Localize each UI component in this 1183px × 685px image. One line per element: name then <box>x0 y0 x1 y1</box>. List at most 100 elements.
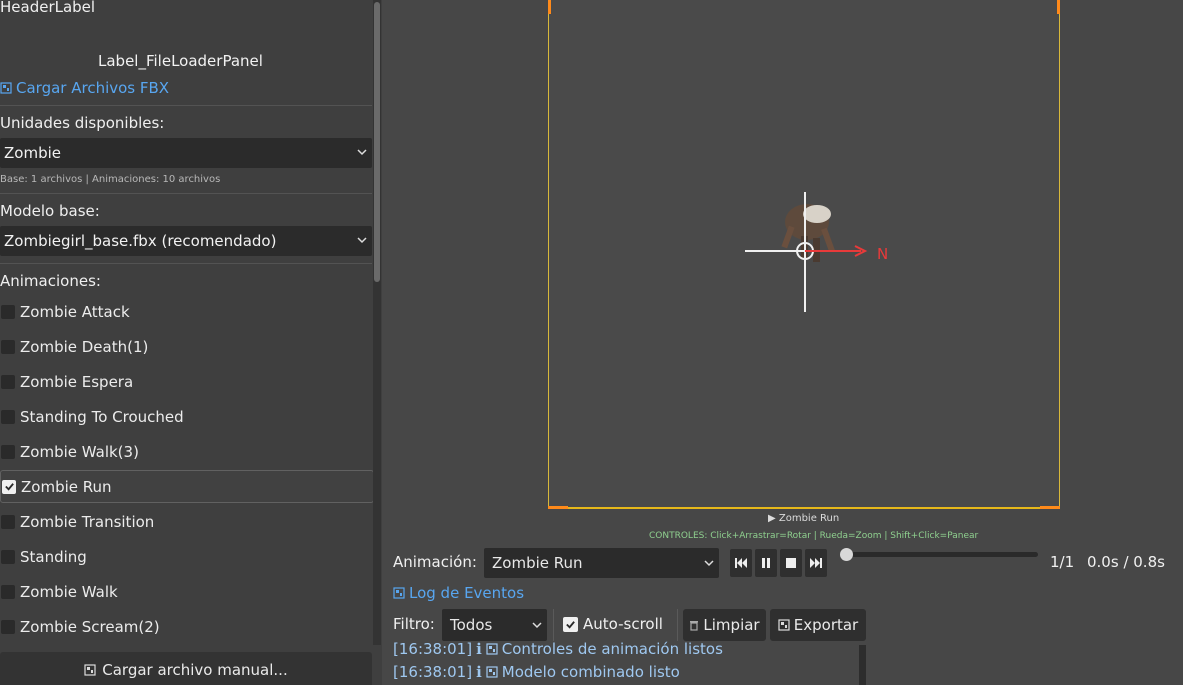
checkbox-checked[interactable] <box>2 479 16 494</box>
log-icon <box>393 587 405 599</box>
info-icon: ℹ <box>476 640 482 658</box>
current-animation-caption: ▶ Zombie Run <box>768 513 840 524</box>
pause-button[interactable] <box>755 549 777 577</box>
stop-icon <box>786 558 796 568</box>
trash-icon <box>690 621 699 631</box>
log-scrollbar[interactable] <box>859 645 866 685</box>
scrollbar-thumb[interactable] <box>374 2 380 282</box>
file-icon <box>84 664 96 676</box>
file-loader-panel: HeaderLabel Label_FileLoaderPanel Cargar… <box>0 0 382 685</box>
base-model-dropdown[interactable]: Zombiegirl_base.fbx (recomendado) <box>0 226 372 256</box>
checkbox[interactable] <box>1 409 15 424</box>
clear-button-label: Limpiar <box>703 616 760 634</box>
chevron-down-icon <box>532 622 542 629</box>
filter-dropdown[interactable]: Todos <box>442 609 547 641</box>
clear-button[interactable]: Limpiar <box>683 609 766 641</box>
animation-item-label: Zombie Scream(2) <box>20 617 160 636</box>
header-label: HeaderLabel <box>0 0 96 16</box>
animation-item-label: Zombie Walk(3) <box>20 442 139 461</box>
animation-item-label: Zombie Attack <box>20 302 130 321</box>
checkbox[interactable] <box>1 584 15 599</box>
chevron-down-icon <box>357 237 367 244</box>
animation-item-label: Standing <box>20 547 87 566</box>
control-icon <box>486 643 498 655</box>
autoscroll-checkbox[interactable] <box>563 617 578 632</box>
timeline-slider-track[interactable] <box>846 552 1038 557</box>
animation-item[interactable]: Zombie Death(1) <box>0 330 374 363</box>
animation-item[interactable]: Zombie Walk(3) <box>0 435 374 468</box>
checkbox[interactable] <box>1 514 15 529</box>
load-fbx-link[interactable]: Cargar Archivos FBX <box>0 79 169 97</box>
divider <box>677 609 678 641</box>
animation-item[interactable]: Zombie Transition <box>0 505 374 538</box>
controls-hint: CONTROLES: Click+Arrastrar=Rotar | Rueda… <box>649 531 979 541</box>
checkbox[interactable] <box>1 549 15 564</box>
log-entry-time: [16:38:01] <box>393 640 473 658</box>
north-label: N <box>877 245 888 263</box>
pause-icon <box>762 558 770 568</box>
animation-selected: Zombie Run <box>492 554 583 572</box>
info-icon: ℹ <box>476 663 482 681</box>
skip-forward-button[interactable] <box>805 549 827 577</box>
checkbox[interactable] <box>1 374 15 389</box>
animation-item[interactable]: Zombie Scream(2) <box>0 610 374 643</box>
load-fbx-link-label: Cargar Archivos FBX <box>16 79 170 97</box>
animation-item[interactable]: Standing To Crouched <box>0 400 374 433</box>
divider <box>0 105 372 106</box>
chevron-down-icon <box>704 560 714 567</box>
animation-item-label: Zombie Espera <box>20 372 134 391</box>
manual-load-button-label: Cargar archivo manual... <box>102 661 288 679</box>
file-loader-panel-label: Label_FileLoaderPanel <box>98 52 263 70</box>
animation-item[interactable]: Standing <box>0 540 374 573</box>
skip-forward-icon <box>810 558 822 568</box>
model-icon <box>486 666 498 678</box>
log-entry: [16:38:01] ℹ Modelo combinado listo <box>393 663 680 681</box>
skip-back-button[interactable] <box>730 549 752 577</box>
animation-item[interactable]: Zombie Espera <box>0 365 374 398</box>
divider <box>553 609 554 641</box>
scene: N <box>745 192 888 312</box>
base-model-label: Modelo base: <box>0 202 100 220</box>
stop-button[interactable] <box>780 549 802 577</box>
autoscroll-label: Auto-scroll <box>583 615 663 633</box>
export-button[interactable]: Exportar <box>770 609 866 641</box>
event-log-title-label: Log de Eventos <box>409 584 525 602</box>
animation-item[interactable]: Zombie Attack <box>0 295 374 328</box>
checkbox[interactable] <box>1 444 15 459</box>
export-icon <box>778 619 790 631</box>
divider <box>0 193 372 194</box>
timeline-slider-knob[interactable] <box>840 548 853 561</box>
export-button-label: Exportar <box>793 616 859 634</box>
units-selected: Zombie <box>4 144 61 162</box>
chevron-down-icon <box>357 149 367 156</box>
manual-load-button[interactable]: Cargar archivo manual... <box>0 652 372 685</box>
skip-back-icon <box>735 558 747 568</box>
animation-item-label: Zombie Transition <box>20 512 155 531</box>
checkmark-icon <box>4 483 14 491</box>
checkmark-icon <box>566 621 575 629</box>
animation-item-label: Zombie Run <box>21 477 112 496</box>
animations-label: Animaciones: <box>0 272 101 290</box>
animation-item-label: Zombie Death(1) <box>20 337 149 356</box>
animation-counter: 1/1 <box>1050 553 1075 571</box>
units-dropdown[interactable]: Zombie <box>0 138 372 168</box>
divider <box>0 263 372 264</box>
animation-label: Animación: <box>393 553 477 571</box>
3d-viewport[interactable]: N <box>548 0 1060 509</box>
checkbox[interactable] <box>1 339 15 354</box>
animation-item-label: Zombie Walk <box>20 582 118 601</box>
animation-item-label: Standing To Crouched <box>20 407 184 426</box>
checkbox[interactable] <box>1 304 15 319</box>
animation-item-selected[interactable]: Zombie Run <box>0 470 374 503</box>
animation-time: 0.0s / 0.8s <box>1087 553 1165 571</box>
file-icon <box>0 82 12 94</box>
units-hint: Base: 1 archivos | Animaciones: 10 archi… <box>0 174 221 185</box>
filter-label: Filtro: <box>393 615 435 633</box>
animation-item[interactable]: Zombie Walk <box>0 575 374 608</box>
animation-dropdown[interactable]: Zombie Run <box>484 548 719 578</box>
units-label: Unidades disponibles: <box>0 114 165 132</box>
filter-selected: Todos <box>450 616 493 634</box>
base-model-selected: Zombiegirl_base.fbx (recomendado) <box>4 232 277 250</box>
log-entry-text: Controles de animación listos <box>501 640 723 658</box>
checkbox[interactable] <box>1 619 15 634</box>
